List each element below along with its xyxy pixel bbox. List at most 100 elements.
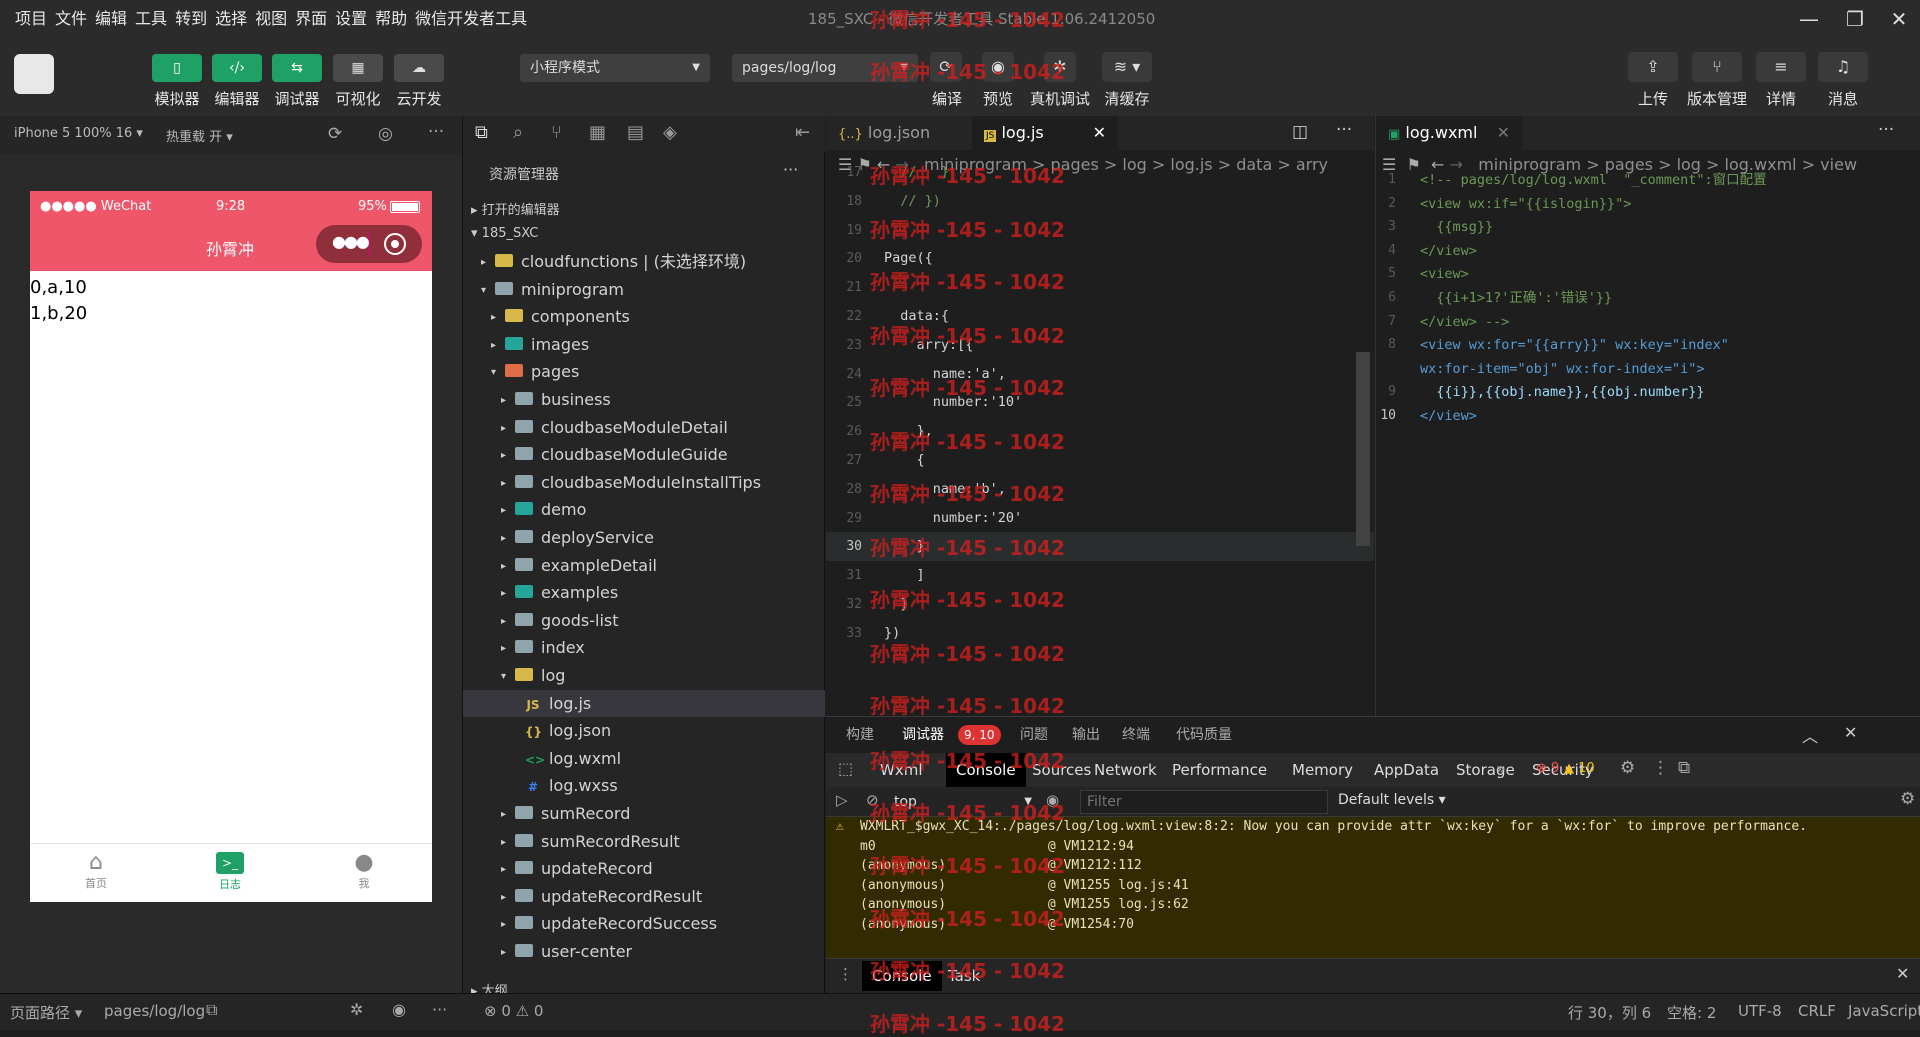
problems-indicator[interactable]: ⊗ 0 ⚠ 0 [484,1002,543,1020]
project-section[interactable]: ▾ 185_SXC [471,226,538,241]
eye-icon[interactable]: ◉ [392,1000,406,1019]
menu-item[interactable]: 微信开发者工具 [415,0,527,38]
more-icon[interactable]: ··· [432,1000,447,1019]
indent-setting[interactable]: 空格: 2 [1667,1002,1716,1023]
code-area[interactable]: 1 <!-- pages/log/log.wxml "_comment":窗口配置… [1376,172,1920,716]
bug-icon[interactable]: ✲ [350,1000,363,1019]
cloud-dev-button[interactable]: ☁ [394,54,444,82]
tree-item[interactable]: ▸ images [463,331,825,358]
close-window-button[interactable]: ✕ [1876,0,1920,38]
avatar[interactable] [14,54,54,94]
collapse-panel-icon[interactable]: ⇤ [795,122,810,143]
log-line[interactable]: (anonymous) @ VM1212:112 [826,856,1920,876]
panel-tab[interactable]: 终端 [1122,717,1150,753]
record-icon[interactable]: ◎ [378,124,393,144]
menu-item[interactable]: 文件 [55,0,87,38]
panel-tab[interactable]: 输出 [1072,717,1100,753]
tree-item[interactable]: ▸ updateRecordResult [463,883,825,910]
tree-item[interactable]: ▸ sumRecord [463,800,825,827]
kebab-icon[interactable]: ⋮ [1652,758,1669,778]
more-icon[interactable]: ··· [428,122,444,142]
close-drawer-icon[interactable]: ✕ [1896,964,1909,983]
details-button[interactable]: ≡ [1756,52,1806,82]
close-icon[interactable]: ✕ [1093,116,1106,150]
mode-select[interactable]: 小程序模式 ▼ [520,54,710,82]
kebab-icon[interactable]: ⋮ [838,965,853,983]
devtools-tab[interactable]: Network [1084,753,1167,787]
log-line[interactable]: (anonymous) @ VM1254:70 [826,915,1920,935]
devtools-tab[interactable]: Console [946,753,1026,787]
split-editor-icon[interactable]: ◫ [1292,122,1308,142]
tree-item[interactable]: ▸ demo [463,496,825,523]
extensions-icon[interactable]: ▦ [589,122,606,143]
preview-button[interactable]: ◉ [982,52,1014,82]
tree-item[interactable]: ▾ miniprogram [463,276,825,303]
menu-item[interactable]: 设置 [335,0,367,38]
tree-item[interactable]: ▸ deployService [463,524,825,551]
tab-log-js[interactable]: JS log.js ✕ [972,116,1118,150]
maximize-button[interactable]: ❐ [1832,0,1878,38]
capsule-menu[interactable]: ●●● [316,225,422,263]
encoding[interactable]: UTF-8 [1738,1002,1782,1020]
tree-item[interactable]: <> log.wxml [463,745,825,772]
tree-item[interactable]: ▸ exampleDetail [463,552,825,579]
tree-item[interactable]: ▸ index [463,634,825,661]
close-icon[interactable]: ✕ [1497,116,1510,150]
devtools-tab[interactable]: AppData [1364,753,1449,787]
levels-select[interactable]: Default levels ▾ [1338,792,1446,808]
tab-log-wxml[interactable]: ▣ log.wxml ✕ [1376,116,1522,150]
tree-item[interactable]: ▸ updateRecord [463,855,825,882]
device-select[interactable]: iPhone 5 100% 16 ▾ [14,126,143,141]
messages-button[interactable]: ♫ [1818,52,1868,82]
tab-me[interactable]: ● 我 [334,850,394,891]
editor-toggle-button[interactable]: ‹/› [212,54,262,82]
log-line[interactable]: (anonymous) @ VM1255 log.js:62 [826,895,1920,915]
search-icon[interactable]: ⌕ [513,122,523,143]
maximize-panel-icon[interactable]: ︿ [1802,723,1818,747]
tree-item[interactable]: ▾ pages [463,358,825,385]
tree-item[interactable]: ▸ cloudfunctions | (未选择环境) [463,248,825,275]
tab-log-json[interactable]: {..} log.json [826,116,972,150]
sidebar-toggle-icon[interactable]: ▷ [836,791,848,809]
filter-input[interactable] [1080,790,1328,814]
menu-item[interactable]: 编辑 [95,0,127,38]
minimize-button[interactable]: — [1786,0,1832,38]
debugger-toggle-button[interactable]: ⇆ [272,54,322,82]
menu-item[interactable]: 视图 [255,0,287,38]
more-tabs-icon[interactable]: » [1496,759,1506,778]
more-icon[interactable]: ··· [783,160,798,179]
console-output[interactable]: ⚠ WXMLRT_$gwx_XC_14:./pages/log/log.wxml:… [826,817,1920,958]
more-icon[interactable]: ··· [1336,120,1352,140]
panel-tab[interactable]: 代码质量 [1176,717,1232,753]
tree-item[interactable]: ▾ log [463,662,825,689]
tree-item[interactable]: ▸ goods-list [463,607,825,634]
drawer-tab-console[interactable]: Console [862,961,942,991]
error-count[interactable]: ⊗ 9 [1536,761,1559,776]
close-panel-icon[interactable]: ✕ [1844,723,1857,742]
log-line[interactable]: m0 @ VM1212:94 [826,837,1920,857]
git-icon[interactable]: ⑂ [551,122,562,143]
version-button[interactable]: ⑂ [1692,52,1742,82]
simulator-toggle-button[interactable]: ▯ [152,54,202,82]
menu-item[interactable]: 项目 [15,0,47,38]
menu-item[interactable]: 界面 [295,0,327,38]
docker-icon[interactable]: ◈ [663,122,677,143]
devtools-tab[interactable]: Memory [1282,753,1363,787]
rotate-icon[interactable]: ⟳ [328,124,342,144]
close-miniprogram-icon[interactable] [384,233,406,255]
tree-item[interactable]: JS log.js [463,689,825,717]
language-mode[interactable]: JavaScript [1848,1002,1920,1020]
tree-item[interactable]: {} log.json [463,717,825,744]
page-select[interactable]: pages/log/log ▼ [732,54,918,82]
tree-item[interactable]: # log.wxss [463,772,825,799]
tree-item[interactable]: ▸ user-center [463,938,825,965]
visual-toggle-button[interactable]: ▦ [333,54,383,82]
menu-item[interactable]: 转到 [175,0,207,38]
tree-item[interactable]: ▸ components [463,303,825,330]
hot-reload-toggle[interactable]: 热重载 开 ▾ [166,126,233,145]
inspect-icon[interactable]: ⬚ [838,759,853,778]
devtools-tab[interactable]: Wxml [870,753,933,787]
upload-button[interactable]: ⇪ [1628,52,1678,82]
line-ending[interactable]: CRLF [1798,1002,1836,1020]
tree-item[interactable]: ▸ cloudbaseModuleGuide [463,441,825,468]
